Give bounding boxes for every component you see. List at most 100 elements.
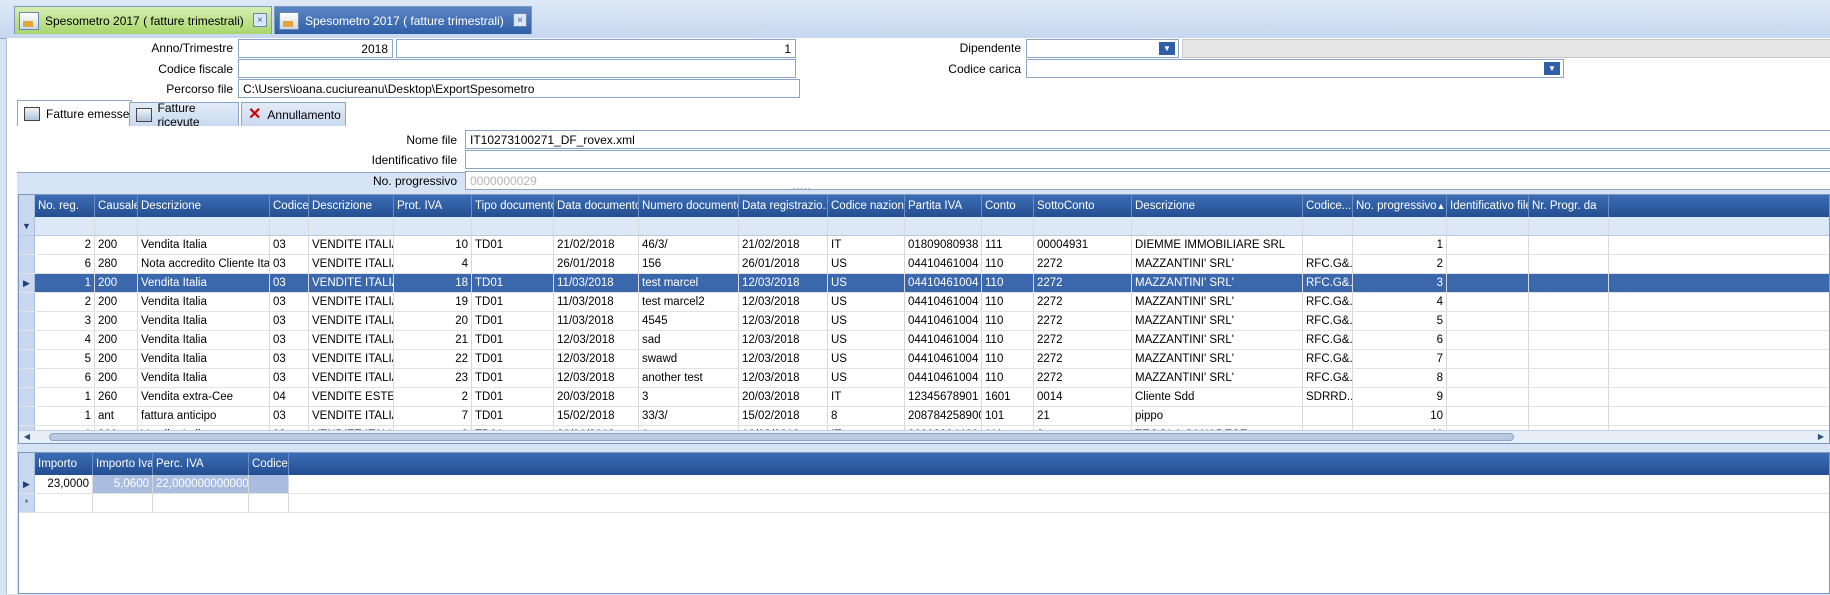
table-cell[interactable]: 26/01/2018 [739, 255, 828, 273]
table-cell[interactable]: 04410461004 [905, 312, 982, 330]
table-cell[interactable]: 200 [95, 236, 138, 254]
table-cell[interactable]: VENDITE ITALIA [309, 407, 394, 425]
table-cell[interactable] [1447, 236, 1529, 254]
table-cell[interactable]: US [828, 274, 905, 292]
table-cell[interactable]: 19 [394, 293, 472, 311]
table-cell[interactable]: 12/03/2018 [554, 350, 639, 368]
table-row[interactable]: 6 280 Nota accredito Cliente Italia 03 VENDI… [19, 255, 1829, 274]
filter-cell[interactable] [1447, 217, 1529, 235]
table-cell[interactable]: 6 [35, 369, 95, 387]
table-cell[interactable]: Vendita extra-Cee [138, 388, 270, 406]
column-header[interactable]: Data documento [554, 195, 639, 217]
table-cell[interactable]: 2272 [1034, 331, 1132, 349]
column-header[interactable]: Tipo documento [472, 195, 554, 217]
filter-cell[interactable] [828, 217, 905, 235]
table-cell[interactable]: 15/02/2018 [554, 407, 639, 425]
filter-cell[interactable] [1303, 217, 1353, 235]
filter-cell[interactable] [554, 217, 639, 235]
table-cell[interactable]: 101 [982, 407, 1034, 425]
table-cell[interactable] [1303, 236, 1353, 254]
table-cell[interactable]: 03 [270, 369, 309, 387]
table-cell[interactable] [1447, 274, 1529, 292]
column-header[interactable]: Conto [982, 195, 1034, 217]
table-cell[interactable]: VENDITE ITALIA [309, 369, 394, 387]
tab-annullamento[interactable]: ✕ Annullamento [241, 102, 346, 126]
table-cell[interactable]: RFC.G&... [1303, 331, 1353, 349]
table-cell[interactable]: 03 [270, 255, 309, 273]
chevron-down-icon[interactable]: ▼ [1159, 42, 1175, 55]
filter-cell[interactable] [982, 217, 1034, 235]
table-cell[interactable]: 10 [394, 236, 472, 254]
table-cell[interactable]: 110 [982, 369, 1034, 387]
table-cell[interactable]: 260 [95, 388, 138, 406]
row-indicator[interactable] [19, 293, 35, 311]
filter-cell[interactable] [309, 217, 394, 235]
chevron-down-icon[interactable]: ▼ [1544, 62, 1560, 75]
table-cell[interactable]: test marcel2 [639, 293, 739, 311]
row-indicator[interactable] [19, 236, 35, 254]
filter-cell[interactable] [1529, 217, 1609, 235]
filter-cell[interactable] [95, 217, 138, 235]
table-cell[interactable]: 2272 [1034, 274, 1132, 292]
column-header[interactable]: Descrizione [309, 195, 394, 217]
column-header[interactable]: Causale [95, 195, 138, 217]
table-cell[interactable]: 04 [270, 388, 309, 406]
table-cell[interactable]: IT [828, 236, 905, 254]
grid-filter-row[interactable]: ▼ [19, 217, 1829, 236]
table-cell[interactable]: US [828, 293, 905, 311]
table-cell[interactable]: 12/03/2018 [739, 312, 828, 330]
row-indicator[interactable] [19, 388, 35, 406]
table-cell[interactable]: VENDITE ITALIA [309, 236, 394, 254]
table-cell[interactable] [1529, 407, 1609, 425]
column-header[interactable]: Importo Iva [93, 453, 153, 475]
table-row[interactable]: 6 200 Vendita Italia 03 VENDITE ITALIA 23 TD01… [19, 369, 1829, 388]
table-cell[interactable]: 22 [394, 350, 472, 368]
table-cell[interactable]: 4 [35, 331, 95, 349]
table-cell[interactable]: IT [828, 388, 905, 406]
table-cell[interactable] [153, 494, 249, 512]
filter-cell[interactable] [270, 217, 309, 235]
table-cell[interactable]: 03 [270, 236, 309, 254]
table-cell[interactable]: MAZZANTINI' SRL' [1132, 312, 1303, 330]
table-row[interactable]: 3 200 Vendita Italia 03 VENDITE ITALIA 20 TD01… [19, 312, 1829, 331]
scrollbar-thumb[interactable] [49, 433, 1514, 441]
table-cell[interactable]: 18 [394, 274, 472, 292]
table-cell[interactable]: 8 [828, 407, 905, 425]
table-cell[interactable] [1529, 350, 1609, 368]
table-cell[interactable]: Vendita Italia [138, 293, 270, 311]
table-cell[interactable]: 04410461004 [905, 331, 982, 349]
table-row[interactable]: 1260Vendita extra-Cee04VENDITE ESTERO2TD… [19, 388, 1829, 407]
row-indicator[interactable] [19, 312, 35, 330]
table-cell[interactable] [1447, 293, 1529, 311]
table-cell[interactable]: 0014 [1034, 388, 1132, 406]
table-cell[interactable]: 03 [270, 274, 309, 292]
table-cell[interactable]: 5 [1353, 312, 1447, 330]
table-cell[interactable]: 03 [270, 331, 309, 349]
table-cell[interactable]: 1 [1353, 236, 1447, 254]
table-cell[interactable]: US [828, 350, 905, 368]
table-cell[interactable]: Cliente Sdd [1132, 388, 1303, 406]
table-cell[interactable]: 04410461004 [905, 255, 982, 273]
table-cell[interactable]: MAZZANTINI' SRL' [1132, 350, 1303, 368]
column-header[interactable]: SottoConto [1034, 195, 1132, 217]
identificativo-file-input[interactable] [465, 150, 1830, 169]
table-cell[interactable]: 12/03/2018 [739, 293, 828, 311]
table-cell[interactable] [1303, 407, 1353, 425]
table-cell[interactable]: 04410461004 [905, 369, 982, 387]
table-cell[interactable]: VENDITE ITALIA [309, 331, 394, 349]
table-cell[interactable] [1529, 236, 1609, 254]
table-cell[interactable]: 03 [270, 312, 309, 330]
table-cell[interactable]: 156 [639, 255, 739, 273]
table-cell[interactable]: 208784258900 [905, 407, 982, 425]
table-cell[interactable]: 4 [394, 255, 472, 273]
table-cell[interactable]: DIEMME IMMOBILIARE SRL [1132, 236, 1303, 254]
table-cell[interactable]: 03 [270, 407, 309, 425]
table-cell[interactable]: MAZZANTINI' SRL' [1132, 293, 1303, 311]
column-header[interactable]: Descrizione [138, 195, 270, 217]
table-cell[interactable]: TD01 [472, 350, 554, 368]
table-cell[interactable]: 1 [35, 407, 95, 425]
table-cell[interactable]: 200 [95, 312, 138, 330]
table-cell[interactable]: pippo [1132, 407, 1303, 425]
table-row[interactable]: 4 200 Vendita Italia 03 VENDITE ITALIA 21 TD01… [19, 331, 1829, 350]
close-icon[interactable]: × [253, 13, 267, 27]
